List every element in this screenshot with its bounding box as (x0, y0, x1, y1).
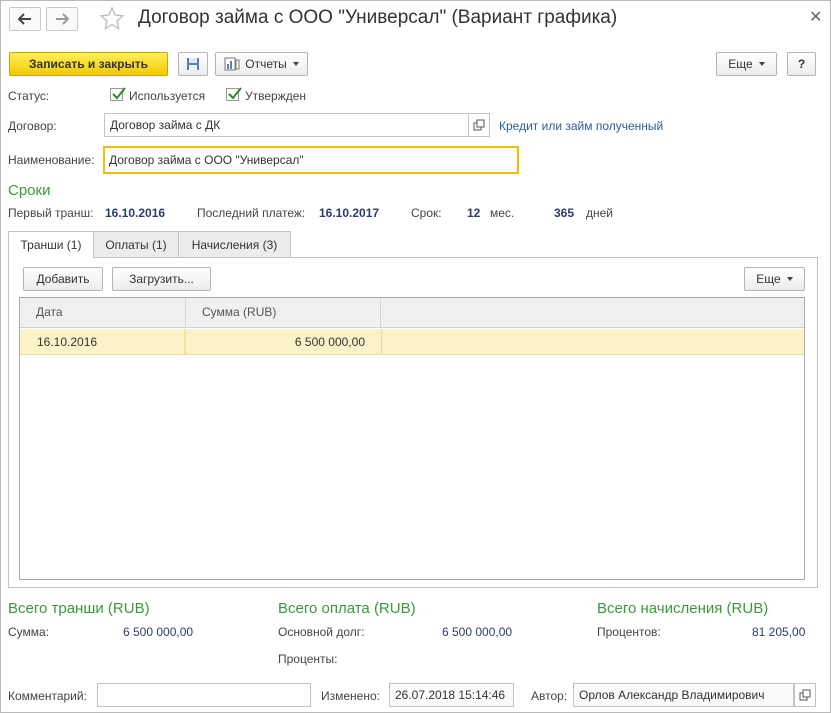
term-months-unit: мес. (490, 206, 515, 220)
tranches-total-heading: Всего транши (RUB) (8, 600, 150, 617)
cell-date[interactable]: 16.10.2016 (37, 329, 182, 355)
changed-field: 26.07.2018 15:14:46 (389, 683, 514, 707)
term-days-value: 365 (554, 206, 575, 220)
table-more-button[interactable]: Еще (744, 267, 805, 291)
open-link-icon (799, 689, 811, 701)
help-button[interactable]: ? (787, 52, 816, 76)
save-button[interactable] (178, 52, 208, 76)
arrow-right-icon (56, 13, 69, 25)
more-label: Еще (728, 57, 753, 71)
reports-button[interactable]: Отчеты (215, 52, 308, 76)
report-icon (224, 57, 240, 71)
table-header: Дата Сумма (RUB) (20, 298, 804, 328)
open-link-icon (473, 119, 485, 131)
approved-checkbox[interactable] (226, 87, 242, 101)
tab-payments[interactable]: Оплаты (1) (93, 231, 179, 257)
open-contract-button[interactable] (468, 113, 490, 137)
comment-label: Комментарий: (8, 689, 87, 703)
checkmark-icon (228, 87, 242, 100)
document-window: Договор займа с ООО "Универсал" (Вариант… (0, 0, 831, 713)
close-icon[interactable]: ✕ (809, 7, 822, 27)
table-row[interactable]: 16.10.2016 6 500 000,00 (20, 329, 804, 355)
column-header-sum[interactable]: Сумма (RUB) (186, 298, 381, 328)
reports-label: Отчеты (245, 57, 287, 71)
contract-label: Договор: (8, 119, 57, 133)
percents-value: 81 205,00 (752, 625, 806, 639)
tranches-table[interactable]: Дата Сумма (RUB) 16.10.2016 6 500 000,00 (19, 297, 805, 580)
tranches-sum-value: 6 500 000,00 (123, 625, 194, 639)
payments-total-heading: Всего оплата (RUB) (278, 600, 416, 617)
arrow-left-icon (18, 13, 31, 25)
last-payment-label: Последний платеж: (197, 206, 306, 220)
column-header-date[interactable]: Дата (20, 298, 186, 328)
chevron-down-icon (786, 277, 793, 281)
save-and-close-button[interactable]: Записать и закрыть (9, 52, 168, 76)
approved-label[interactable]: Утвержден (245, 89, 306, 103)
first-tranche-label: Первый транш: (8, 206, 94, 220)
add-button[interactable]: Добавить (23, 267, 103, 291)
column-divider (381, 329, 382, 355)
more-button[interactable]: Еще (716, 52, 777, 76)
status-label: Статус: (8, 89, 50, 103)
back-button[interactable] (9, 7, 41, 31)
page-title: Договор займа с ООО "Универсал" (Вариант… (138, 7, 618, 28)
author-label: Автор: (531, 689, 568, 703)
first-tranche-value: 16.10.2016 (105, 206, 166, 220)
tab-accruals[interactable]: Начисления (3) (178, 231, 291, 257)
used-label[interactable]: Используется (129, 89, 205, 103)
table-more-label: Еще (756, 272, 781, 286)
favorite-star-button[interactable] (99, 6, 125, 35)
cell-sum[interactable]: 6 500 000,00 (186, 329, 365, 355)
principal-label: Основной долг: (278, 625, 365, 639)
contract-field[interactable]: Договор займа с ДК (104, 113, 469, 137)
changed-label: Изменено: (321, 689, 380, 703)
comment-field[interactable] (97, 683, 311, 707)
tab-tranches[interactable]: Транши (1) (8, 231, 94, 258)
percents-label: Процентов: (597, 625, 661, 639)
term-label: Срок: (411, 206, 442, 220)
forward-button[interactable] (46, 7, 78, 31)
last-payment-value: 16.10.2017 (319, 206, 380, 220)
used-checkbox[interactable] (110, 87, 126, 101)
accruals-total-heading: Всего начисления (RUB) (597, 600, 769, 617)
tranches-sum-label: Сумма: (8, 625, 50, 639)
floppy-disk-icon (187, 58, 199, 70)
contract-type-link[interactable]: Кредит или займ полученный (499, 119, 663, 133)
load-button[interactable]: Загрузить... (112, 267, 211, 291)
open-author-button[interactable] (794, 683, 816, 707)
checkmark-icon (112, 87, 126, 100)
chevron-down-icon (758, 62, 765, 66)
principal-value: 6 500 000,00 (442, 625, 513, 639)
terms-heading: Сроки (8, 182, 51, 199)
column-divider (184, 329, 186, 355)
interest-label: Проценты: (278, 652, 338, 666)
star-icon (99, 6, 125, 30)
term-months-value: 12 (467, 206, 481, 220)
author-field[interactable]: Орлов Александр Владимирович (573, 683, 794, 707)
term-days-unit: дней (586, 206, 614, 220)
name-field[interactable]: Договор займа с ООО "Универсал" (103, 146, 519, 174)
name-label: Наименование: (8, 153, 95, 167)
chevron-down-icon (292, 62, 299, 66)
